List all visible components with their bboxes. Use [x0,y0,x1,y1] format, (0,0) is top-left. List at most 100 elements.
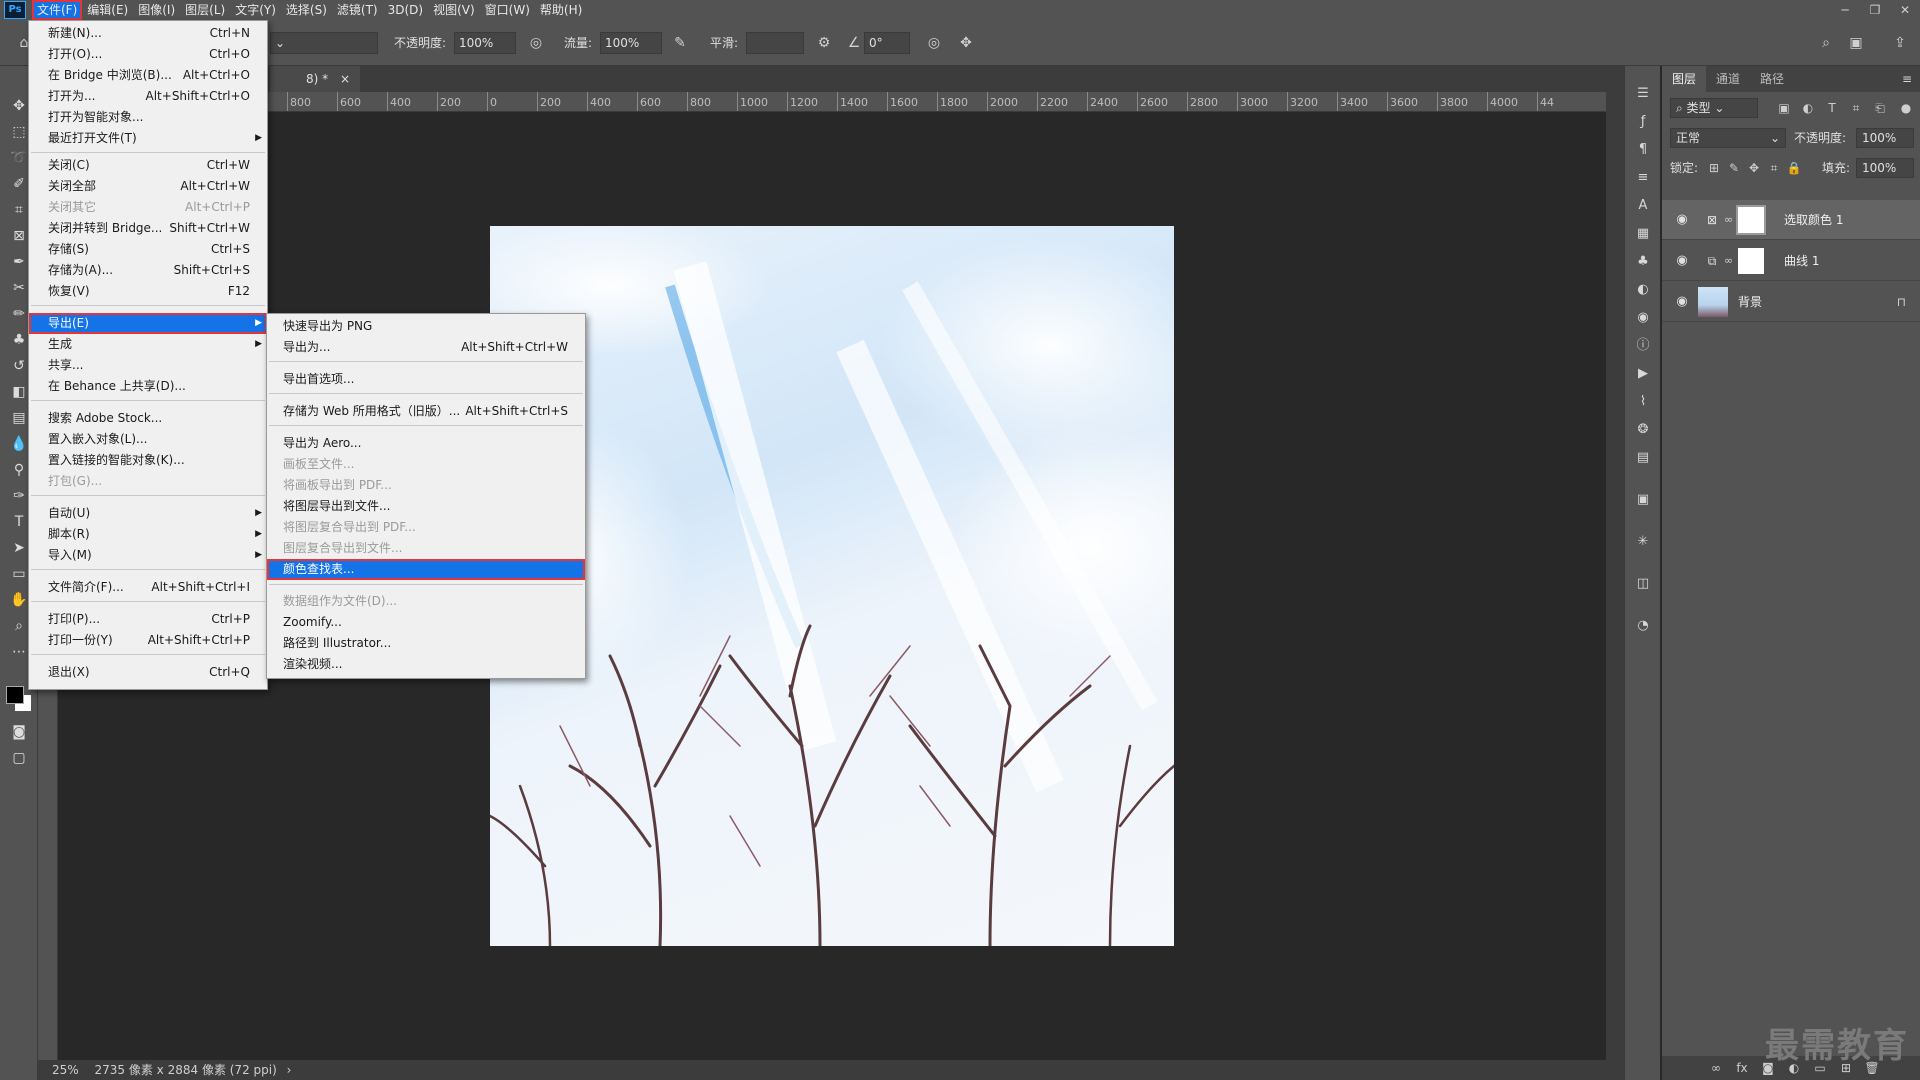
menu-item-generate[interactable]: 生成 ▶ [29,334,267,355]
tab-layers[interactable]: 图层 [1662,66,1707,92]
zoom-tool-icon[interactable]: ⌕ [9,616,29,636]
menu-window[interactable]: 窗口(W) [480,0,535,20]
stamp-tool-icon[interactable]: ♣ [9,330,29,350]
menu-item-export-as[interactable]: 导出为... Alt+Shift+Ctrl+W [267,337,585,358]
marquee-tool-icon[interactable]: ⬚ [9,122,29,142]
styles-icon[interactable]: ◐ [1633,280,1653,300]
menu-item-save-for-web[interactable]: 存储为 Web 所用格式（旧版）... Alt+Shift+Ctrl+S [267,401,585,422]
menu-item-place-linked[interactable]: 置入链接的智能对象(K)... [29,450,267,471]
menu-layer[interactable]: 图层(L) [180,0,230,20]
filter-adjustment-icon[interactable]: ◐ [1798,98,1818,118]
background-layer-thumbnail[interactable] [1698,287,1728,317]
filter-smart-object-icon[interactable]: ⎗ [1870,98,1890,118]
menu-item-color-lookup-tables[interactable]: 颜色查找表... [267,559,585,580]
blend-mode-select[interactable]: 正常 ⌄ [1670,128,1786,148]
horizontal-ruler[interactable]: 800 600 400 200 0 200 400 600 800 1000 1200 1400 160… [58,92,1606,112]
menu-item-print-one[interactable]: 打印一份(Y) Alt+Shift+Ctrl+P [29,630,267,651]
filter-toggle-icon[interactable]: ● [1896,98,1916,118]
menu-item-quick-export-png[interactable]: 快速导出为 PNG [267,316,585,337]
pressure-size-icon[interactable]: ◎ [924,33,944,53]
menu-item-save-as[interactable]: 存储为(A)... Shift+Ctrl+S [29,260,267,281]
libraries-icon[interactable]: ◫ [1633,574,1653,594]
menu-item-revert[interactable]: 恢复(V) F12 [29,281,267,302]
restore-icon[interactable]: ❐ [1860,0,1890,20]
frame-tool-icon[interactable]: ⊠ [9,226,29,246]
path-select-tool-icon[interactable]: ➤ [9,538,29,558]
flow-input[interactable]: 100% [600,32,662,54]
filter-shape-icon[interactable]: ⌗ [1846,98,1866,118]
lock-transparent-icon[interactable]: ⊞ [1704,158,1724,178]
link-chain-icon[interactable]: ∞ [1724,251,1733,271]
zoom-level[interactable]: 25% [52,1063,79,1077]
glyphs-icon[interactable]: ▦ [1633,224,1653,244]
move-tool-icon[interactable]: ✥ [9,96,29,116]
paragraph-icon[interactable]: ¶ [1633,140,1653,160]
info-icon[interactable]: ⓘ [1633,336,1653,356]
menu-item-close-all[interactable]: 关闭全部 Alt+Ctrl+W [29,176,267,197]
menu-item-place-embedded[interactable]: 置入嵌入对象(L)... [29,429,267,450]
symmetry-icon[interactable]: ✥ [956,33,976,53]
opacity-input[interactable]: 100% [454,32,516,54]
menu-file[interactable]: 文件(F) [32,0,83,20]
menu-item-render-video[interactable]: 渲染视频... [267,654,585,675]
healing-tool-icon[interactable]: ✂ [9,278,29,298]
menu-item-layers-to-files[interactable]: 将图层导出到文件... [267,496,585,517]
layer-row[interactable]: ◉ ⊠ ∞ 选取颜色 1 [1662,200,1920,240]
layer-mask-thumbnail[interactable] [1736,246,1766,276]
paths-icon[interactable]: ⌇ [1633,392,1653,412]
lock-artboard-icon[interactable]: ⌗ [1764,158,1784,178]
blur-tool-icon[interactable]: 💧 [9,434,29,454]
menu-3d[interactable]: 3D(D) [383,0,428,20]
menu-item-recent-files[interactable]: 最近打开文件(T) ▶ [29,128,267,149]
foreground-color-swatch[interactable] [6,686,24,704]
layer-filter-select[interactable]: ⌕ 类型 ⌄ [1670,98,1758,118]
menu-item-new[interactable]: 新建(N)... Ctrl+N [29,23,267,44]
lasso-tool-icon[interactable]: ➰ [9,148,29,168]
status-menu-arrow-icon[interactable]: › [287,1063,292,1077]
brush-preset-picker[interactable]: ⌄ [270,32,378,54]
crop-tool-icon[interactable]: ⌗ [9,200,29,220]
quick-mask-icon[interactable]: ◙ [9,722,29,742]
tab-paths[interactable]: 路径 [1750,66,1794,92]
menu-item-open-smart-object[interactable]: 打开为智能对象... [29,107,267,128]
eraser-tool-icon[interactable]: ◧ [9,382,29,402]
history-brush-tool-icon[interactable]: ↺ [9,356,29,376]
document-tab[interactable]: 8) * × [270,66,361,92]
menu-type[interactable]: 文字(Y) [230,0,281,20]
airbrush-icon[interactable]: ✎ [670,33,690,53]
properties-icon[interactable]: ≡ [1633,168,1653,188]
menu-item-export-preferences[interactable]: 导出首选项... [267,369,585,390]
menu-item-open[interactable]: 打开(O)... Ctrl+O [29,44,267,65]
filter-pixel-icon[interactable]: ▣ [1774,98,1794,118]
screen-mode-icon[interactable]: ▢ [9,748,29,768]
fill-input[interactable]: 100% [1856,158,1914,178]
angle-icon[interactable]: ∠ [844,33,864,53]
visibility-eye-icon[interactable]: ◉ [1672,210,1692,230]
type-tool-icon[interactable]: T [9,512,29,532]
swatches-icon[interactable]: ❂ [1633,420,1653,440]
filter-type-icon[interactable]: T [1822,98,1842,118]
menu-view[interactable]: 视图(V) [428,0,480,20]
menu-item-search-stock[interactable]: 搜索 Adobe Stock... [29,408,267,429]
menu-select[interactable]: 选择(S) [281,0,332,20]
table-icon[interactable]: ▤ [1633,448,1653,468]
menu-item-paths-to-illustrator[interactable]: 路径到 Illustrator... [267,633,585,654]
menu-item-export-aero[interactable]: 导出为 Aero... [267,433,585,454]
menu-item-export[interactable]: 导出(E) ▶ [29,313,267,334]
adjustments-icon[interactable]: ◉ [1633,308,1653,328]
brush-tool-icon[interactable]: ✏ [9,304,29,324]
menu-item-automate[interactable]: 自动(U) ▶ [29,503,267,524]
link-layers-icon[interactable]: ∞ [1706,1058,1726,1078]
tab-close-icon[interactable]: × [340,72,350,86]
tab-channels[interactable]: 通道 [1706,66,1750,92]
menu-item-save[interactable]: 存储(S) Ctrl+S [29,239,267,260]
menu-item-open-as[interactable]: 打开为... Alt+Shift+Ctrl+O [29,86,267,107]
shape-tool-icon[interactable]: ▭ [9,564,29,584]
dodge-tool-icon[interactable]: ⚲ [9,460,29,480]
actions-play-icon[interactable]: ▶ [1633,364,1653,384]
navigator-icon[interactable]: ◔ [1633,616,1653,636]
close-window-icon[interactable]: ✕ [1890,0,1920,20]
menu-item-exit[interactable]: 退出(X) Ctrl+Q [29,662,267,683]
pen-tool-icon[interactable]: ✑ [9,486,29,506]
smooth-input[interactable] [746,32,804,54]
